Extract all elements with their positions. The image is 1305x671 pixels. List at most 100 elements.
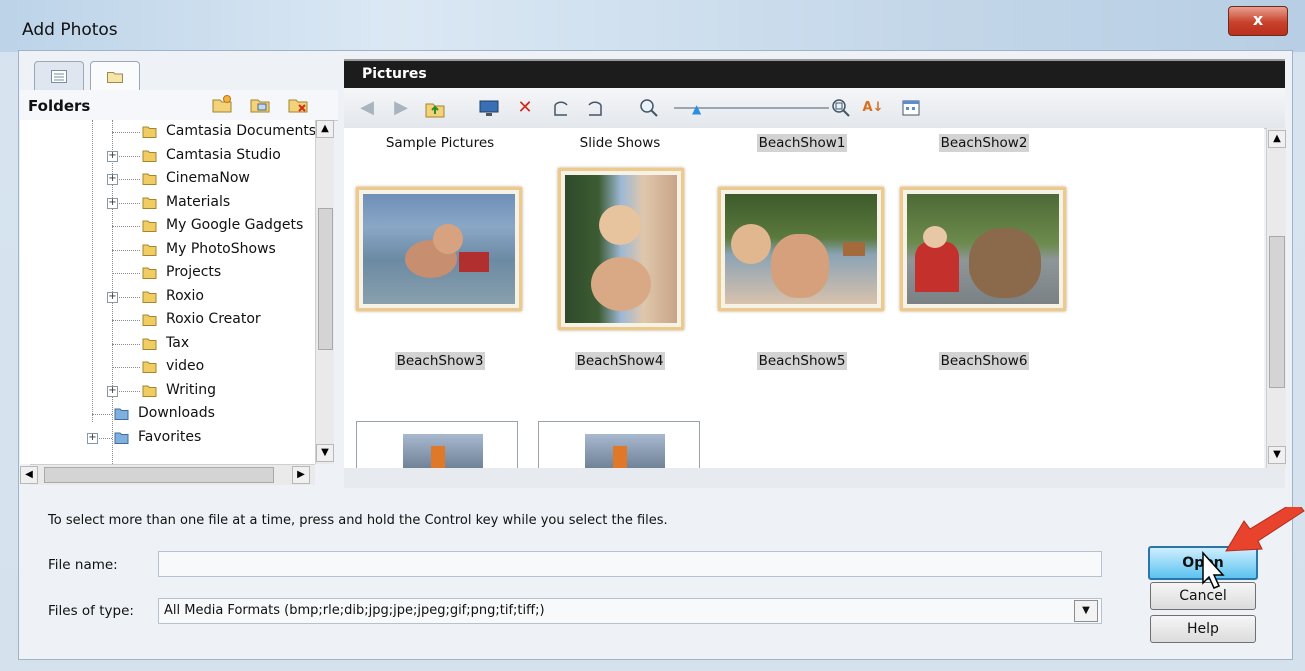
tree-item-label: Downloads: [138, 405, 215, 421]
grid-vertical-scrollbar[interactable]: ▲ ▼: [1266, 128, 1286, 468]
tree-item[interactable]: Downloads: [20, 403, 315, 425]
list-icon: [51, 70, 67, 83]
zoom-slider-thumb[interactable]: ▲: [692, 102, 701, 116]
folder-icon: [142, 291, 157, 303]
grid-scroll-down-button[interactable]: ▼: [1268, 446, 1286, 464]
tree-item[interactable]: video: [20, 356, 315, 378]
folder-tree: Camtasia Documents + Camtasia Studio + Cinem…: [20, 120, 315, 464]
grid-scroll-thumb[interactable]: [1269, 236, 1285, 388]
tree-item[interactable]: My PhotoShows: [20, 239, 315, 261]
thumbnail-beachshow6[interactable]: [900, 187, 1066, 311]
caption-beachshow3: BeachShow3: [394, 352, 486, 370]
new-folder-icon[interactable]: [212, 94, 232, 114]
scroll-down-button[interactable]: ▼: [316, 444, 334, 462]
tree-item-label: Roxio: [166, 287, 204, 304]
delete-icon[interactable]: ✕: [514, 97, 536, 119]
tree-item-label: Writing: [166, 381, 216, 398]
expand-icon[interactable]: +: [107, 197, 118, 209]
folder-icon: [114, 408, 129, 420]
folder-icon: [142, 314, 157, 326]
tree-item-label: Camtasia Documents: [166, 123, 315, 139]
files-of-type-select[interactable]: All Media Formats (bmp;rle;dib;jpg;jpe;j…: [158, 598, 1102, 624]
copy-folder-icon[interactable]: [250, 94, 270, 114]
tree-item-label: Projects: [166, 264, 222, 280]
tree-item[interactable]: + Favorites: [20, 427, 315, 449]
tree-vertical-scrollbar[interactable]: ▲ ▼: [315, 120, 334, 464]
thumbnail-screenshot-1[interactable]: [356, 421, 518, 468]
tree-item-label: CinemaNow: [166, 170, 250, 186]
tree-item[interactable]: + Roxio: [20, 286, 315, 308]
thumbnail-beachshow3[interactable]: [356, 187, 522, 311]
help-button[interactable]: Help: [1150, 615, 1256, 643]
caption-beachshow6: BeachShow6: [938, 352, 1030, 370]
item-beachshow2[interactable]: BeachShow2: [904, 134, 1064, 152]
tree-item[interactable]: + CinemaNow: [20, 168, 315, 190]
files-of-type-label: Files of type:: [48, 603, 134, 619]
expand-icon[interactable]: +: [107, 174, 118, 185]
expand-icon[interactable]: +: [107, 385, 118, 397]
chevron-down-icon[interactable]: ▼: [1074, 600, 1098, 622]
tree-item[interactable]: Tax: [20, 333, 315, 355]
tab-folders[interactable]: [90, 61, 140, 92]
folder-icon: [142, 220, 157, 232]
folder-icon: [142, 126, 157, 138]
item-sample-pictures[interactable]: Sample Pictures: [360, 135, 520, 151]
folder-icon: [142, 150, 157, 162]
title-bar: Add Photos x: [0, 0, 1305, 52]
folders-title: Folders: [28, 97, 91, 115]
folder-icon: [142, 385, 157, 397]
thumbnail-beachshow4[interactable]: [558, 168, 684, 330]
tree-item[interactable]: Projects: [20, 262, 315, 284]
tab-list[interactable]: [34, 61, 84, 92]
tree-item[interactable]: My Google Gadgets: [20, 215, 315, 237]
item-beachshow1[interactable]: BeachShow1: [722, 134, 882, 152]
expand-icon[interactable]: +: [87, 432, 98, 444]
tree-connector: [112, 367, 140, 368]
tree-item-label: Camtasia Studio: [166, 146, 281, 163]
zoom-in-icon[interactable]: [830, 97, 852, 119]
item-slide-shows[interactable]: Slide Shows: [540, 135, 700, 151]
caption-beachshow5: BeachShow5: [756, 352, 848, 370]
tree-horizontal-scrollbar[interactable]: ◀ ▶: [20, 464, 315, 485]
thumbnail-screenshot-2[interactable]: [538, 421, 700, 468]
expand-icon[interactable]: +: [107, 150, 118, 162]
file-name-input[interactable]: [158, 551, 1102, 577]
tree-item-label: Favorites: [138, 428, 202, 445]
scroll-left-button[interactable]: ◀: [20, 466, 38, 484]
folder-icon: [142, 338, 157, 350]
up-folder-icon[interactable]: [424, 97, 446, 119]
scroll-right-button[interactable]: ▶: [292, 466, 310, 484]
thumbnail-beachshow5[interactable]: [718, 187, 884, 311]
file-name-label: File name:: [48, 557, 118, 573]
rotate-left-icon[interactable]: [550, 97, 572, 119]
expand-icon[interactable]: +: [107, 291, 118, 303]
zoom-icon[interactable]: [638, 97, 660, 119]
grid-scroll-up-button[interactable]: ▲: [1268, 130, 1286, 148]
red-arrow-icon: [1225, 507, 1305, 552]
tree-connector: [112, 273, 140, 274]
tree-item[interactable]: + Materials: [20, 192, 315, 214]
tree-item[interactable]: + Camtasia Studio: [20, 145, 315, 167]
delete-folder-icon[interactable]: [288, 94, 308, 114]
tree-item-label: My Google Gadgets: [166, 217, 304, 233]
view-icon[interactable]: [900, 97, 922, 119]
tree-item[interactable]: Roxio Creator: [20, 309, 315, 331]
tree-item-label: Roxio Creator: [166, 311, 261, 327]
folder-icon: [107, 72, 123, 83]
rotate-right-icon[interactable]: [584, 97, 606, 119]
tree-item-label: Materials: [166, 193, 231, 210]
monitor-icon[interactable]: [478, 97, 500, 119]
scroll-thumb[interactable]: [318, 208, 333, 350]
tree-item[interactable]: + Writing: [20, 380, 315, 402]
folder-icon: [142, 197, 157, 209]
h-scroll-thumb[interactable]: [44, 467, 274, 483]
back-icon[interactable]: ◀: [356, 97, 378, 119]
tree-connector: [112, 343, 140, 345]
scroll-up-button[interactable]: ▲: [316, 120, 334, 138]
sort-icon[interactable]: A↓: [862, 97, 884, 119]
forward-icon[interactable]: ▶: [390, 97, 412, 119]
tree-connector: [112, 249, 140, 251]
tree-item-label: Tax: [166, 334, 190, 351]
tree-item[interactable]: Camtasia Documents: [20, 121, 315, 143]
close-button[interactable]: x: [1228, 6, 1288, 36]
